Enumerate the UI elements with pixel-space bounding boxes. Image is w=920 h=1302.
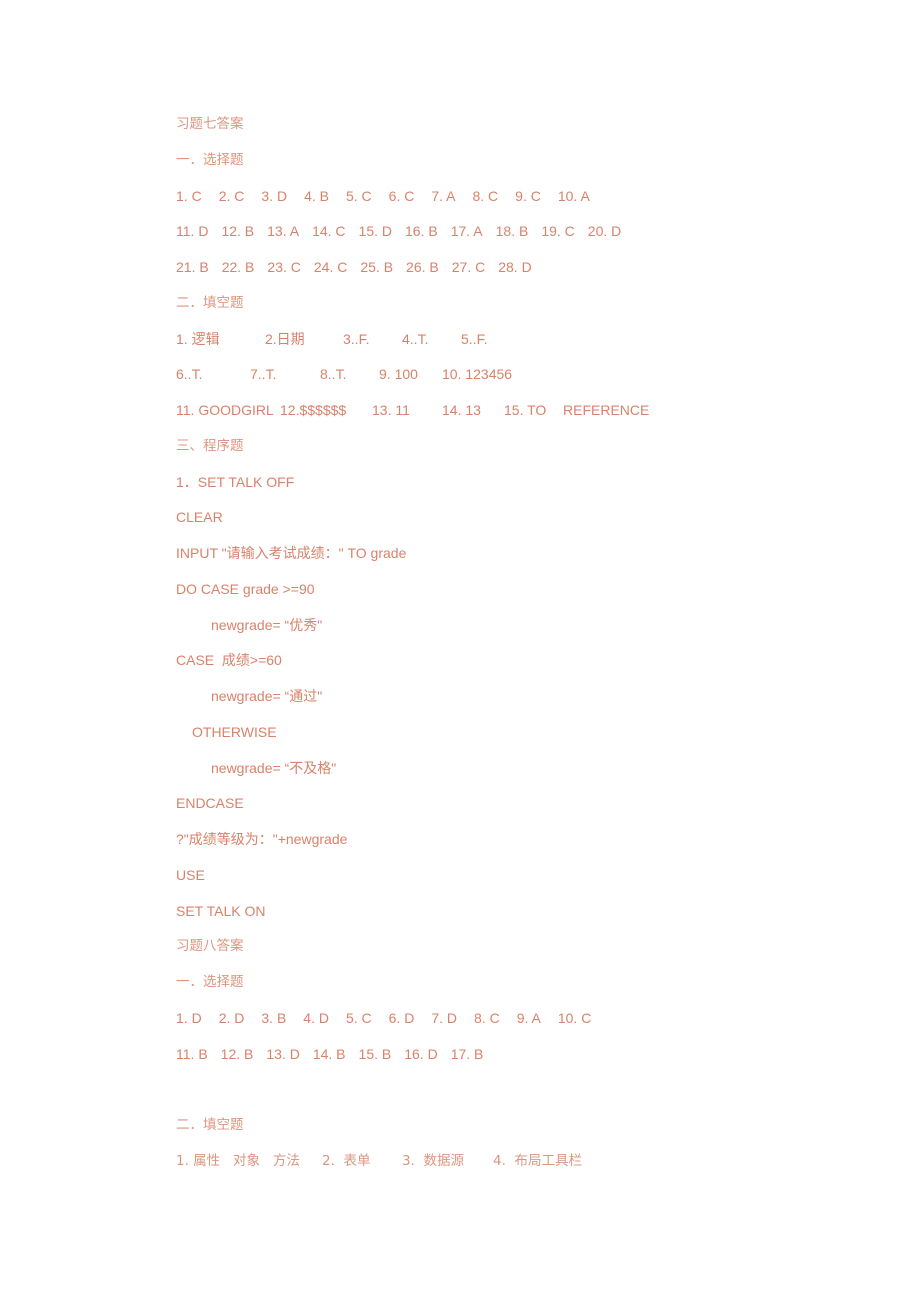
code-line: newgrade= “不及格": [211, 759, 337, 776]
answer-item: 8. C: [472, 187, 499, 204]
answer-item: 7. D: [431, 1009, 458, 1026]
answer-item: 9. A: [516, 1009, 541, 1026]
ch7-fill-row: 6..T. 7..T. 8..T. 9. 100 10. 123456: [176, 364, 796, 400]
answer-item: 14. 13: [442, 402, 481, 418]
answer-item: 4. 布局工具栏: [493, 1152, 582, 1169]
code-line: CLEAR: [176, 509, 223, 526]
answer-item: 11. B: [176, 1045, 208, 1062]
answer-item: 3. B: [261, 1009, 287, 1026]
answer-item: 15. B: [358, 1045, 392, 1062]
ch8-fill-heading: 二．填空题: [176, 1117, 244, 1133]
ch7-fill-row: 1. 逻辑 2.日期 3..F. 4..T. 5..F.: [176, 329, 796, 365]
chapter8-title: 习题八答案: [176, 938, 244, 955]
ch8-mc-heading: 一．选择题: [176, 974, 244, 990]
ch7-fill-heading: 二．填空题: [176, 294, 244, 311]
answer-item: 9. 100: [379, 366, 418, 383]
code-line: newgrade= “通过": [211, 688, 323, 704]
answer-item: 20. D: [587, 223, 622, 240]
answer-item: 6. C: [388, 187, 415, 204]
code-line: OTHERWISE: [192, 723, 277, 740]
answer-item: 19. C: [541, 223, 575, 240]
ch8-fill-row: 1. 属性 对象 方法 2. 表单 3. 数据源 4. 布局工具栏: [176, 1151, 796, 1187]
ch7-fill-row: 11. GOODGIRL 12.$$$$$$ 13. 11 14. 13 15. TO R…: [176, 400, 796, 436]
answer-item: 17. B: [450, 1045, 484, 1062]
ch7-mc-row: 21. B 22. B 23. C 24. C 25. B 26. B 27. C 28. D: [176, 257, 796, 293]
answer-item: 2. 表单: [322, 1152, 371, 1169]
answer-item: 12.$$$$$$: [280, 402, 347, 418]
answer-item: 26. B: [406, 259, 439, 275]
answer-item: 10. A: [557, 187, 590, 204]
answer-item: 28. D: [498, 259, 532, 275]
answer-item: 23. C: [267, 259, 301, 275]
ch7-mc-heading: 一．选择题: [176, 151, 244, 168]
document-page: 习题七答案 一．选择题 1. C 2. C 3. D 4. B 5. C 6. C 7. A…: [176, 114, 796, 1187]
answer-item: 12. B: [220, 1045, 254, 1062]
answer-item: 3. 数据源: [402, 1152, 464, 1169]
answer-item: 14. C: [312, 223, 346, 240]
ch8-mc-row: 11. B 12. B 13. D 14. B 15. B 16. D 17. B: [176, 1044, 796, 1080]
answer-item: 2.日期: [265, 330, 305, 347]
ch7-program-heading: 三、程序题: [176, 437, 244, 454]
answer-item: 4. D: [303, 1009, 329, 1026]
code-line: USE: [176, 866, 205, 883]
answer-item: 7. A: [431, 187, 456, 204]
answer-item: 1. D: [176, 1009, 202, 1026]
ch7-mc-row: 11. D 12. B 13. A 14. C 15. D 16. B 17. A 18. B…: [176, 221, 796, 257]
code-line: INPUT "请输入考试成绩：" TO grade: [176, 545, 407, 561]
answer-item: 11. GOODGIRL: [176, 402, 274, 418]
answer-item: 3. D: [261, 187, 288, 204]
answer-item: 24. C: [313, 259, 348, 275]
answer-item: 3..F.: [343, 330, 370, 347]
answer-item: 22. B: [221, 259, 255, 275]
answer-item: 13. D: [266, 1045, 300, 1062]
answer-item: 5. C: [345, 187, 372, 204]
answer-item: 9. C: [515, 187, 541, 204]
answer-item: 11. D: [176, 223, 209, 240]
answer-item: 13. 11: [372, 402, 410, 418]
answer-item: 5..F.: [461, 330, 488, 347]
answer-item: 6..T.: [176, 366, 203, 383]
answer-item: 12. B: [221, 223, 255, 240]
ch8-mc-row: 1. D 2. D 3. B 4. D 5. C 6. D 7. D 8. C 9. A 10. …: [176, 1008, 796, 1044]
code-line: newgrade= “优秀": [211, 616, 323, 633]
answer-item: 15. TO: [504, 402, 547, 418]
answer-item: 5. C: [345, 1009, 372, 1026]
answer-item: 18. B: [495, 223, 529, 240]
answer-item: 27. C: [451, 259, 486, 275]
answer-item: 16. B: [405, 223, 438, 240]
code-line: ENDCASE: [176, 795, 244, 812]
answer-item: 15. D: [358, 223, 392, 240]
answer-item: 8. C: [474, 1009, 500, 1026]
answer-item: 14. B: [312, 1045, 346, 1062]
answer-item: 10. 123456: [442, 366, 513, 383]
code-line: 1．SET TALK OFF: [176, 473, 295, 490]
answer-item: 13. A: [267, 223, 300, 240]
answer-item: 1. 逻辑: [176, 330, 220, 347]
answer-item: 1. C: [176, 187, 202, 204]
chapter7-title: 习题七答案: [176, 116, 244, 132]
answer-item: 4. B: [304, 187, 329, 204]
code-line: SET TALK ON: [176, 902, 266, 919]
answer-item: 2. C: [218, 187, 245, 204]
ch7-mc-row: 1. C 2. C 3. D 4. B 5. C 6. C 7. A 8. C 9. C 10. …: [176, 186, 796, 222]
code-line: ?"成绩等级为："+newgrade: [176, 831, 348, 847]
answer-item: 6. D: [388, 1009, 415, 1026]
answer-item: 17. A: [450, 223, 483, 240]
answer-item: 16. D: [404, 1045, 438, 1062]
answer-item: 25. B: [360, 259, 394, 275]
answer-item: 7..T.: [250, 366, 277, 383]
answer-item: 10. C: [557, 1009, 592, 1026]
answer-item: REFERENCE: [563, 402, 650, 418]
code-line: DO CASE grade >=90: [176, 580, 315, 597]
answer-item: 1. 属性 对象 方法: [176, 1152, 300, 1169]
answer-item: 21. B: [176, 259, 209, 275]
code-line: CASE 成绩>=60: [176, 652, 282, 669]
answer-item: 4..T.: [402, 330, 429, 347]
answer-item: 2. D: [218, 1009, 245, 1026]
answer-item: 8..T.: [320, 366, 347, 383]
